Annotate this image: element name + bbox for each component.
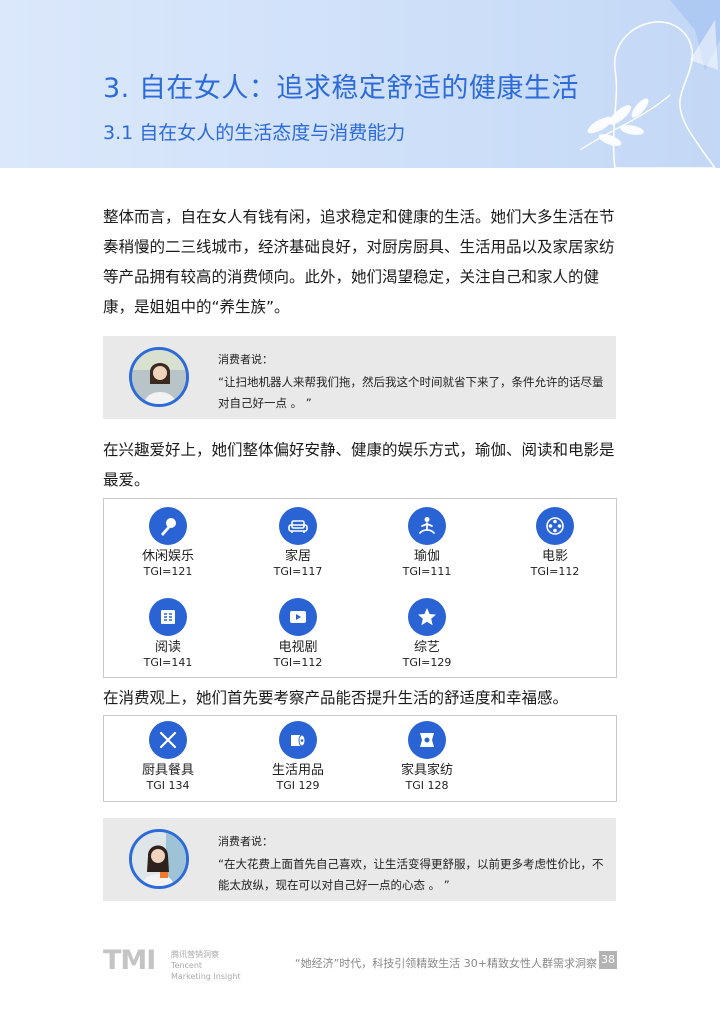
category-label: 厨具餐具 — [141, 763, 194, 778]
quote-label: 消费者说： — [218, 835, 273, 848]
consumer-quote: 消费者说： “让扫地机器人来帮我们拖，然后我这个时间就省下来了，条件允许的话尽量… — [103, 336, 616, 419]
interest-item: 瑜伽 TGI=111 — [372, 507, 482, 579]
interest-label: 阅读 — [154, 640, 181, 655]
category-label: 家具家纺 — [400, 763, 453, 778]
interest-tgi: TGI=111 — [402, 565, 452, 578]
category-tgi: TGI 134 — [146, 779, 190, 792]
fork-knife-icon — [149, 721, 187, 759]
avatar — [129, 347, 189, 407]
interest-tgi: TGI=112 — [273, 656, 323, 669]
home-textile-icon — [408, 721, 446, 759]
film-reel-icon — [536, 507, 574, 545]
section-subtitle: 3.1 自在女人的生活态度与消费能力 — [103, 122, 406, 144]
report-title: “她经济”时代，科技引领精致生活 30+精致女性人群需求洞察 — [294, 957, 597, 970]
book-icon — [149, 598, 187, 636]
interest-tgi: TGI=117 — [273, 565, 323, 578]
category-label: 生活用品 — [271, 763, 324, 778]
interest-tgi: TGI=121 — [143, 565, 193, 578]
category-item: 生活用品 TGI 129 — [243, 721, 353, 793]
sofa-icon — [279, 507, 317, 545]
page-number: 38 — [599, 951, 617, 969]
logo-mark: TMI — [103, 945, 156, 976]
microphone-icon — [149, 507, 187, 545]
category-item: 家具家纺 TGI 128 — [372, 721, 482, 793]
logo-text-en1: Tencent — [171, 961, 203, 970]
interest-item: 休闲娱乐 TGI=121 — [113, 507, 223, 579]
interest-item: 电影 TGI=112 — [500, 507, 610, 579]
yoga-icon — [408, 507, 446, 545]
consumption-paragraph: 在消费观上，她们首先要考察产品能否提升生活的舒适度和幸福感。 — [103, 689, 569, 707]
interest-item: 阅读 TGI=141 — [113, 598, 223, 670]
star-icon — [408, 598, 446, 636]
interest-label: 电影 — [541, 549, 568, 564]
interests-paragraph: 在兴趣爱好上，她们整体偏好安静、健康的娱乐方式，瑜伽、阅读和电影是最爱。 — [103, 441, 615, 489]
interest-grid: 休闲娱乐 TGI=121 家居 TGI=117 瑜伽 TGI=111 电影 TG… — [103, 498, 617, 678]
intro-paragraph: 整体而言，自在女人有钱有闲，追求稳定和健康的生活。她们大多生活在节奏稍慢的二三线… — [103, 208, 615, 316]
logo-text: 腾讯营销洞察 Tencent Marketing Insight — [171, 949, 241, 982]
interest-tgi: TGI=141 — [143, 656, 193, 669]
quote-label: 消费者说： — [218, 353, 273, 366]
quote-text: “在大花费上面首先自己喜欢，让生活变得更舒服，以前更多考虑性价比，不能太放纵，现… — [218, 857, 604, 892]
interest-label: 电视剧 — [278, 640, 318, 655]
page-header: 3. 自在女人：追求稳定舒适的健康生活 3.1 自在女人的生活态度与消费能力 — [0, 0, 720, 168]
interest-item: 电视剧 TGI=112 — [243, 598, 353, 670]
interest-item: 家居 TGI=117 — [243, 507, 353, 579]
interest-tgi: TGI=112 — [530, 565, 580, 578]
logo-text-cn: 腾讯营销洞察 — [171, 950, 219, 959]
category-item: 厨具餐具 TGI 134 — [113, 721, 223, 793]
tissue-roll-icon — [279, 721, 317, 759]
interest-label: 综艺 — [413, 640, 440, 655]
quote-text: “让扫地机器人来帮我们拖，然后我这个时间就省下来了，条件允许的话尽量对自己好一点… — [218, 375, 604, 410]
category-grid: 厨具餐具 TGI 134 生活用品 TGI 129 家具家纺 TGI 128 — [103, 715, 617, 802]
interest-label: 瑜伽 — [413, 549, 440, 564]
interest-label: 家居 — [284, 549, 311, 564]
category-tgi: TGI 129 — [276, 779, 320, 792]
logo-text-en2: Marketing Insight — [171, 972, 241, 981]
avatar — [129, 829, 189, 889]
interest-tgi: TGI=129 — [402, 656, 452, 669]
consumer-quote: 消费者说： “在大花费上面首先自己喜欢，让生活变得更舒服，以前更多考虑性价比，不… — [103, 818, 616, 901]
page-title: 3. 自在女人：追求稳定舒适的健康生活 — [103, 73, 579, 104]
interest-label: 休闲娱乐 — [141, 549, 194, 564]
interest-item: 综艺 TGI=129 — [372, 598, 482, 670]
video-icon — [279, 598, 317, 636]
category-tgi: TGI 128 — [405, 779, 449, 792]
